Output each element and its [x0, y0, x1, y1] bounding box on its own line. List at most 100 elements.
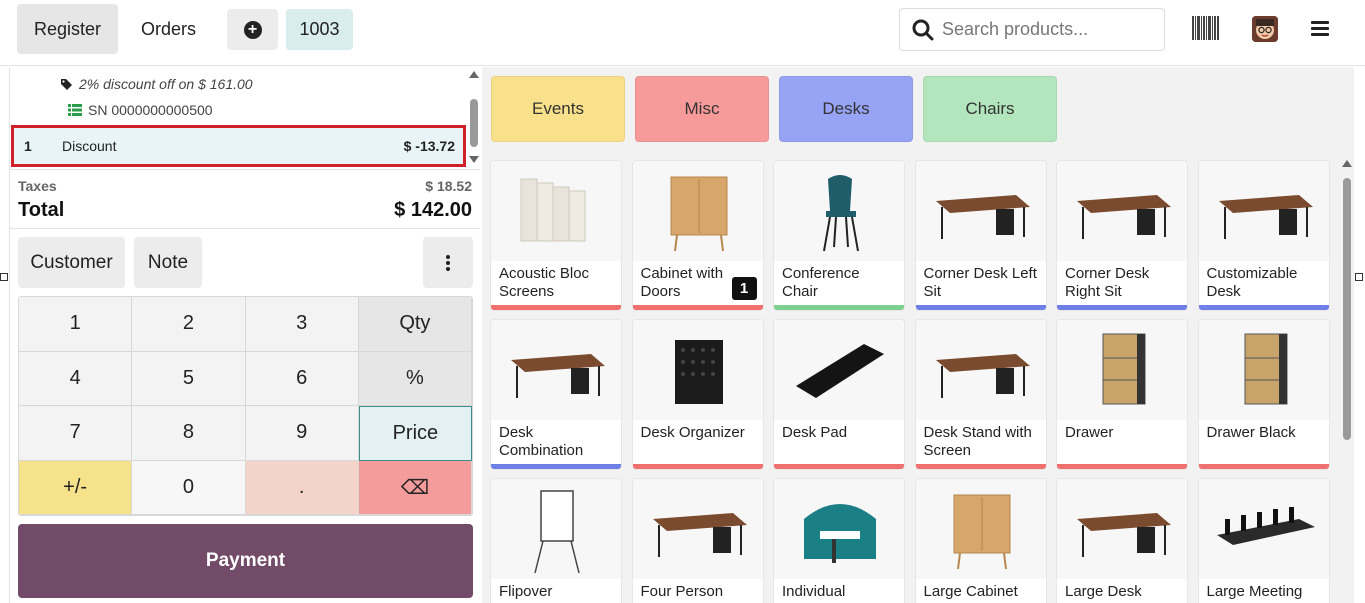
category-chairs[interactable]: Chairs [923, 76, 1057, 142]
resize-handle-left[interactable] [0, 273, 8, 281]
screen-icon [491, 161, 621, 261]
search-icon [912, 19, 934, 40]
scroll-thumb[interactable] [1343, 178, 1351, 440]
product-card[interactable]: Desk Combination [490, 319, 622, 470]
product-name: Individual [782, 583, 846, 600]
product-card[interactable]: Large Desk [1056, 478, 1188, 603]
numpad-discount-mode[interactable]: % [358, 351, 472, 406]
product-card[interactable]: Large Meeting [1197, 478, 1330, 603]
numpad-key-3[interactable]: 3 [245, 297, 359, 352]
product-name: Large Cabinet [923, 583, 1018, 600]
drawer-icon [1057, 320, 1187, 420]
numpad-price-mode[interactable]: Price [358, 406, 472, 461]
product-card[interactable]: Individual [773, 478, 905, 603]
booth-icon [774, 479, 904, 579]
product-card[interactable]: Desk Pad [773, 319, 905, 470]
serial-number: SN 0000000000500 [68, 102, 213, 118]
new-order-button[interactable]: + [227, 9, 278, 50]
category-desks[interactable]: Desks [779, 76, 913, 142]
numpad-key-decimal[interactable]: . [245, 460, 359, 515]
category-color-bar [632, 464, 763, 469]
category-color-bar [774, 305, 904, 310]
order-panel: 2% discount off on $ 161.00 SN 000000000… [9, 67, 481, 603]
product-name: Desk Combination [499, 424, 584, 459]
search-bar[interactable] [899, 8, 1165, 51]
numpad-key-4[interactable]: 4 [19, 351, 133, 406]
scroll-up-icon[interactable] [1342, 160, 1352, 167]
product-card[interactable]: Customizable Desk [1197, 160, 1330, 311]
numpad: 1 2 3 Qty 4 5 6 % 7 8 9 Price +/- 0 . ⌫ [18, 296, 473, 516]
barcode-icon[interactable] [1192, 16, 1220, 40]
payment-button[interactable]: Payment [18, 524, 473, 598]
scroll-up-icon[interactable] [469, 71, 479, 78]
category-misc[interactable]: Misc [635, 76, 769, 142]
product-name: Conference Chair [782, 265, 860, 300]
desk-icon [632, 479, 763, 579]
product-card[interactable]: Acoustic Bloc Screens [490, 160, 622, 311]
desk-icon [491, 320, 621, 420]
customer-button[interactable]: Customer [18, 237, 125, 288]
selected-order-line[interactable]: 1 Discount $ -13.72 [11, 125, 466, 167]
product-card[interactable]: Drawer [1056, 319, 1188, 470]
numpad-key-8[interactable]: 8 [132, 406, 246, 461]
scroll-down-icon[interactable] [469, 156, 479, 163]
product-card[interactable]: Conference Chair [773, 160, 905, 311]
product-card[interactable]: Desk Organizer [631, 319, 764, 470]
numpad-key-9[interactable]: 9 [245, 406, 359, 461]
product-scrollbar[interactable] [1341, 160, 1353, 603]
organizer-icon [632, 320, 763, 420]
category-color-bar [632, 305, 763, 310]
product-name: Customizable Desk [1206, 265, 1298, 300]
product-card[interactable]: Four Person [631, 478, 764, 603]
order-scrollbar[interactable] [469, 71, 479, 163]
numpad-key-5[interactable]: 5 [132, 351, 246, 406]
product-card[interactable]: Flipover [490, 478, 622, 603]
taxes-label: Taxes [18, 178, 57, 194]
search-input[interactable] [942, 19, 1142, 40]
serial-text: SN 0000000000500 [88, 102, 213, 118]
product-card[interactable]: Drawer Black [1197, 319, 1330, 470]
product-card[interactable]: Corner Desk Right Sit [1056, 160, 1188, 311]
category-color-bar [1057, 464, 1187, 469]
order-tab[interactable]: 1003 [286, 9, 353, 50]
more-actions-button[interactable] [423, 237, 473, 288]
user-avatar[interactable] [1252, 16, 1278, 42]
desk-icon [1057, 479, 1187, 579]
numpad-key-7[interactable]: 7 [19, 406, 133, 461]
numpad-key-0[interactable]: 0 [132, 460, 246, 515]
backspace-icon[interactable]: ⌫ [358, 460, 472, 515]
register-button[interactable]: Register [17, 4, 118, 54]
note-button[interactable]: Note [134, 237, 202, 288]
category-events[interactable]: Events [491, 76, 625, 142]
product-card[interactable]: Large Cabinet [914, 478, 1047, 603]
numpad-key-6[interactable]: 6 [245, 351, 359, 406]
menu-icon[interactable] [1311, 21, 1329, 37]
orders-button[interactable]: Orders [125, 4, 212, 54]
discount-text: 2% discount off on $ 161.00 [79, 76, 253, 92]
product-card[interactable]: Corner Desk Left Sit [914, 160, 1047, 311]
product-card[interactable]: Cabinet with Doors 1 [631, 160, 764, 311]
numpad-key-2[interactable]: 2 [132, 297, 246, 352]
more-vertical-icon [446, 254, 450, 271]
scroll-thumb[interactable] [470, 99, 478, 147]
taxes-value: $ 18.52 [425, 178, 472, 194]
product-name: Acoustic Bloc Screens [499, 265, 590, 300]
numpad-qty-mode[interactable]: Qty [358, 297, 472, 352]
product-name: Corner Desk Right Sit [1065, 265, 1150, 300]
category-color-bar [1057, 305, 1187, 310]
resize-handle-right[interactable] [1355, 273, 1363, 281]
desk-icon [1057, 161, 1187, 261]
numpad-key-1[interactable]: 1 [19, 297, 133, 352]
tag-icon [61, 78, 72, 90]
product-name: Desk Stand with Screen [923, 424, 1032, 459]
order-lines[interactable]: 2% discount off on $ 161.00 SN 000000000… [10, 67, 480, 167]
numpad-sign-toggle[interactable]: +/- [19, 460, 133, 515]
product-name: Flipover [499, 583, 553, 600]
category-color-bar [1198, 305, 1329, 310]
product-card[interactable]: Desk Stand with Screen [914, 319, 1047, 470]
cabinet-icon [632, 161, 763, 261]
discount-info: 2% discount off on $ 161.00 [60, 76, 253, 92]
desk-icon [1198, 161, 1329, 261]
category-color-bar [774, 464, 904, 469]
product-name: Four Person [640, 583, 724, 600]
